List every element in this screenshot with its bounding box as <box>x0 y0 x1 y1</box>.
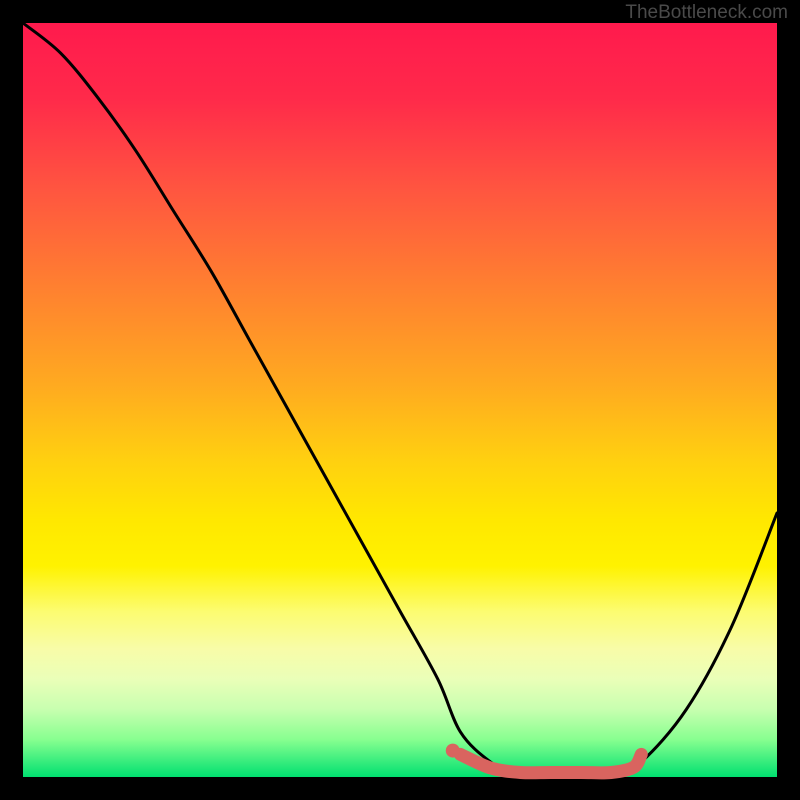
bottleneck-curve <box>23 23 777 778</box>
marker-dot <box>446 744 460 758</box>
watermark-text: TheBottleneck.com <box>625 2 788 24</box>
chart-svg <box>0 0 800 800</box>
highlight-segment <box>460 754 641 772</box>
